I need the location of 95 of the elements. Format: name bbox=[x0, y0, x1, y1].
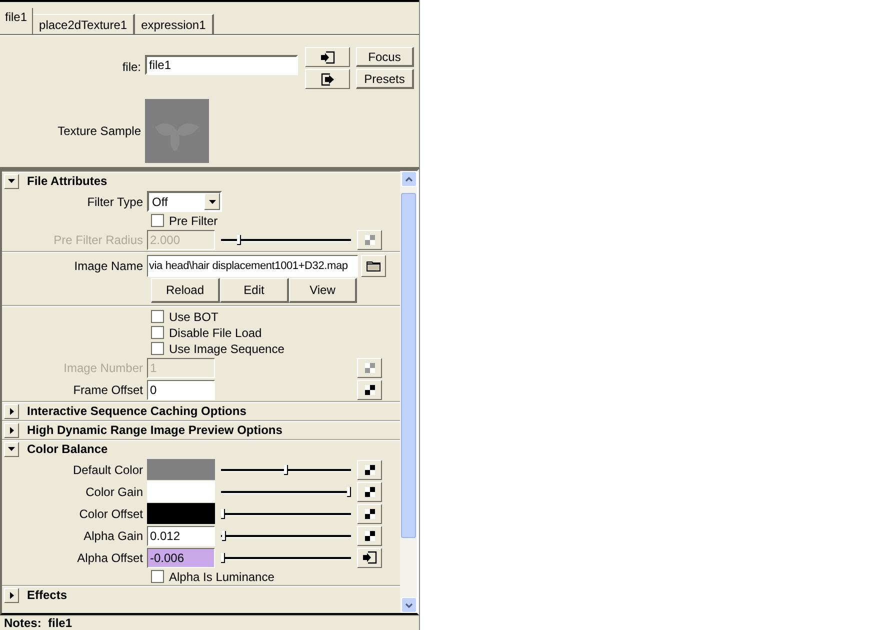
notes-label: Notes: file1 bbox=[4, 616, 72, 630]
checker-icon bbox=[364, 530, 374, 540]
color-swatch[interactable] bbox=[147, 503, 215, 524]
checkbox[interactable] bbox=[151, 570, 164, 583]
field-label: Frame Offset bbox=[72, 382, 144, 398]
number-field[interactable]: 0.012 bbox=[147, 526, 215, 546]
input-arrow-icon bbox=[320, 50, 334, 64]
scrollbar[interactable] bbox=[400, 171, 417, 613]
output-arrow-icon bbox=[320, 72, 334, 86]
down-triangle-icon bbox=[8, 179, 15, 183]
map-button[interactable] bbox=[357, 504, 382, 524]
map-button[interactable] bbox=[357, 548, 382, 568]
map-button[interactable] bbox=[357, 526, 382, 546]
side-button[interactable]: Presets bbox=[356, 69, 414, 89]
field-label: Default Color bbox=[72, 462, 144, 478]
slider-track[interactable] bbox=[221, 508, 351, 520]
action-button[interactable]: Reload bbox=[151, 278, 220, 303]
connection-button[interactable] bbox=[305, 69, 350, 89]
field-label: Pre Filter Radius bbox=[52, 232, 144, 248]
tab[interactable]: place2dTexture1 bbox=[33, 14, 136, 34]
checker-icon bbox=[364, 464, 374, 474]
checkbox-label: Disable File Load bbox=[169, 324, 262, 342]
browse-button[interactable] bbox=[361, 254, 386, 276]
field-label: Color Offset bbox=[78, 506, 144, 522]
number-field: 1 bbox=[147, 358, 215, 378]
checkbox[interactable] bbox=[151, 310, 164, 323]
section-title: Effects bbox=[27, 587, 68, 604]
checkbox-label: Use Image Sequence bbox=[169, 340, 284, 358]
checkbox[interactable] bbox=[151, 342, 164, 355]
right-triangle-icon bbox=[10, 426, 14, 434]
section-title: High Dynamic Range Image Preview Options bbox=[27, 422, 282, 439]
slider-thumb[interactable] bbox=[221, 552, 225, 562]
slider-thumb[interactable] bbox=[221, 508, 225, 518]
field-label: Alpha Gain bbox=[82, 528, 144, 544]
color-swatch[interactable] bbox=[147, 481, 215, 502]
dropdown-value: Off bbox=[151, 194, 169, 210]
number-field[interactable]: 0 bbox=[147, 380, 215, 400]
checkbox-label: Alpha Is Luminance bbox=[169, 568, 274, 586]
slider-thumb[interactable] bbox=[347, 486, 351, 496]
field-label: Image Name bbox=[73, 258, 144, 274]
number-field: 2.000 bbox=[147, 230, 215, 250]
action-button[interactable]: View bbox=[289, 278, 357, 303]
expand-toggle[interactable] bbox=[4, 588, 19, 602]
field-label: Filter Type bbox=[86, 194, 144, 210]
up-chevron-icon bbox=[404, 176, 412, 182]
collapse-toggle[interactable] bbox=[4, 442, 19, 456]
slider-thumb[interactable] bbox=[284, 464, 288, 474]
checker-icon bbox=[364, 508, 374, 518]
node-name-field[interactable]: file1 bbox=[145, 55, 298, 75]
checker-icon bbox=[364, 362, 374, 372]
checker-icon bbox=[364, 234, 374, 244]
tab[interactable]: expression1 bbox=[135, 14, 214, 34]
connection-button[interactable] bbox=[305, 47, 350, 67]
collapse-toggle[interactable] bbox=[4, 174, 19, 188]
slider-track[interactable] bbox=[221, 464, 351, 476]
right-triangle-icon bbox=[10, 408, 14, 414]
scroll-down-icon[interactable] bbox=[400, 597, 416, 613]
file-path-field[interactable]: via head\hair displacement1001+D32.map bbox=[147, 254, 358, 276]
expand-toggle[interactable] bbox=[4, 422, 19, 438]
texture-sample-label: Texture Sample bbox=[56, 123, 142, 140]
color-swatch[interactable] bbox=[147, 459, 215, 480]
checkbox-label: Pre Filter bbox=[169, 212, 218, 230]
down-triangle-icon bbox=[8, 447, 15, 451]
action-button[interactable]: Edit bbox=[220, 278, 289, 303]
slider-track[interactable] bbox=[221, 530, 351, 542]
scroll-thumb[interactable] bbox=[401, 193, 416, 538]
expand-toggle[interactable] bbox=[4, 404, 19, 418]
folder-icon bbox=[366, 259, 381, 272]
section-title: Interactive Sequence Caching Options bbox=[27, 403, 246, 420]
down-chevron-icon bbox=[404, 602, 412, 608]
dropdown-field[interactable]: Off bbox=[147, 191, 222, 212]
slider-track[interactable] bbox=[221, 486, 351, 498]
map-button[interactable] bbox=[357, 482, 382, 502]
scroll-up-icon[interactable] bbox=[400, 171, 416, 187]
field-label: file: bbox=[121, 59, 142, 76]
input-arrow-icon bbox=[362, 551, 376, 564]
section-title: File Attributes bbox=[27, 173, 108, 190]
checker-icon bbox=[364, 486, 374, 496]
section-title: Color Balance bbox=[27, 441, 108, 458]
slider-track[interactable] bbox=[221, 552, 351, 564]
checker-icon bbox=[364, 384, 374, 394]
slider-track[interactable] bbox=[221, 234, 351, 246]
checkbox-label: Use BOT bbox=[169, 308, 218, 326]
field-label: Alpha Offset bbox=[76, 550, 144, 566]
right-triangle-icon bbox=[10, 592, 14, 598]
map-button[interactable] bbox=[357, 380, 382, 400]
map-button[interactable] bbox=[357, 460, 382, 480]
checkbox[interactable] bbox=[151, 214, 164, 227]
field-label: Color Gain bbox=[84, 484, 144, 500]
down-triangle-icon bbox=[208, 200, 216, 204]
side-button[interactable]: Focus bbox=[356, 47, 414, 67]
checkbox[interactable] bbox=[151, 326, 164, 339]
number-field[interactable]: -0.006 bbox=[147, 548, 215, 568]
slider-thumb[interactable] bbox=[222, 530, 226, 540]
field-label: Image Number bbox=[62, 360, 144, 376]
